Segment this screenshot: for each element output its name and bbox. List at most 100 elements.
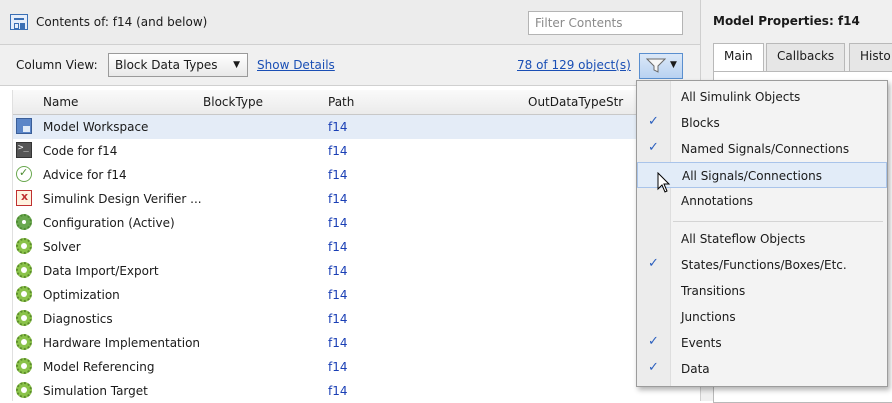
checkmark-icon: ✓	[648, 256, 659, 271]
row-path: f14	[328, 192, 348, 206]
menu-item-label: Blocks	[681, 116, 720, 130]
row-name: Advice for f14	[43, 168, 127, 182]
funnel-icon	[646, 58, 666, 73]
column-header-blocktype[interactable]: BlockType	[203, 95, 263, 109]
menu-item-label: All Signals/Connections	[682, 169, 822, 183]
row-path: f14	[328, 384, 348, 398]
table-row[interactable]: Model Referencing f14	[13, 355, 681, 379]
column-view-value: Block Data Types	[115, 58, 218, 72]
object-count-link[interactable]: 78 of 129 object(s)	[517, 58, 631, 72]
row-path: f14	[328, 216, 348, 230]
column-header-name[interactable]: Name	[43, 95, 78, 109]
menu-item-all-simulink-objects[interactable]: All Simulink Objects	[637, 84, 887, 110]
column-view-toolbar: Column View: Block Data Types ▼ Show Det…	[0, 45, 700, 86]
menu-item-events[interactable]: ✓ Events	[637, 330, 887, 356]
contents-table: Name BlockType Path OutDataTypeStr Model…	[12, 90, 681, 401]
row-name: Data Import/Export	[43, 264, 159, 278]
checkmark-icon: ✓	[648, 360, 659, 375]
menu-item-transitions[interactable]: Transitions	[637, 278, 887, 304]
row-path: f14	[328, 264, 348, 278]
menu-item-blocks[interactable]: ✓ Blocks	[637, 110, 887, 136]
menu-item-all-stateflow-objects[interactable]: All Stateflow Objects	[637, 226, 887, 252]
menu-item-label: Data	[681, 362, 710, 376]
row-name: Simulink Design Verifier ...	[43, 192, 202, 206]
tab-main[interactable]: Main	[713, 43, 764, 72]
advisor-icon	[16, 166, 32, 182]
menu-item-label: Transitions	[681, 284, 746, 298]
table-row[interactable]: Code for f14 f14	[13, 139, 681, 163]
table-row[interactable]: Solver f14	[13, 235, 681, 259]
menu-item-label: All Stateflow Objects	[681, 232, 806, 246]
row-path: f14	[328, 168, 348, 182]
table-header: Name BlockType Path OutDataTypeStr	[13, 90, 681, 115]
row-path: f14	[328, 144, 348, 158]
menu-separator	[673, 221, 883, 222]
row-name: Diagnostics	[43, 312, 113, 326]
menu-item-label: Events	[681, 336, 722, 350]
column-header-path[interactable]: Path	[328, 95, 354, 109]
properties-tabs: Main Callbacks Histo	[713, 43, 892, 72]
design-verifier-icon	[16, 190, 32, 206]
checkmark-icon: ✓	[648, 334, 659, 349]
hierarchy-icon	[10, 14, 28, 30]
menu-item-label: Named Signals/Connections	[681, 142, 850, 156]
gear-icon	[16, 382, 32, 398]
filter-contents-input[interactable]: Filter Contents	[528, 11, 683, 35]
menu-item-named-signals[interactable]: ✓ Named Signals/Connections	[637, 136, 887, 162]
code-icon	[16, 142, 32, 158]
menu-item-all-signals[interactable]: All Signals/Connections	[637, 162, 887, 188]
tab-label: Callbacks	[777, 49, 835, 63]
menu-item-annotations[interactable]: Annotations	[637, 188, 887, 214]
column-view-label: Column View:	[16, 58, 98, 72]
row-name: Model Referencing	[43, 360, 155, 374]
row-path: f14	[328, 336, 348, 350]
table-row[interactable]: Model Workspace f14	[13, 115, 681, 139]
row-filter-menu: All Simulink Objects ✓ Blocks ✓ Named Si…	[636, 80, 888, 387]
row-name: Code for f14	[43, 144, 118, 158]
configuration-icon	[16, 214, 32, 230]
table-row[interactable]: Data Import/Export f14	[13, 259, 681, 283]
menu-item-junctions[interactable]: Junctions	[637, 304, 887, 330]
gear-icon	[16, 310, 32, 326]
checkmark-icon: ✓	[648, 114, 659, 129]
row-path: f14	[328, 240, 348, 254]
properties-title: Model Properties: f14	[713, 14, 860, 28]
menu-item-data[interactable]: ✓ Data	[637, 356, 887, 382]
row-name: Configuration (Active)	[43, 216, 175, 230]
column-header-outdatatypestr[interactable]: OutDataTypeStr	[528, 95, 623, 109]
mouse-pointer-icon	[657, 172, 671, 193]
row-path: f14	[328, 360, 348, 374]
menu-item-label: States/Functions/Boxes/Etc.	[681, 258, 847, 272]
menu-item-states-functions[interactable]: ✓ States/Functions/Boxes/Etc.	[637, 252, 887, 278]
row-name: Optimization	[43, 288, 120, 302]
table-row[interactable]: Hardware Implementation f14	[13, 331, 681, 355]
table-row[interactable]: Simulation Target f14	[13, 379, 681, 403]
table-row[interactable]: Advice for f14 f14	[13, 163, 681, 187]
row-path: f14	[328, 120, 348, 134]
checkmark-icon: ✓	[648, 140, 659, 155]
table-row[interactable]: Optimization f14	[13, 283, 681, 307]
row-name: Hardware Implementation	[43, 336, 201, 350]
model-explorer-contents-pane: Contents of: f14 (and below) Filter Cont…	[0, 0, 700, 401]
menu-item-label: Junctions	[681, 310, 736, 324]
show-details-link[interactable]: Show Details	[257, 58, 335, 72]
contents-label: Contents of: f14 (and below)	[36, 15, 208, 29]
row-name: Simulation Target	[43, 384, 148, 398]
table-row[interactable]: Configuration (Active) f14	[13, 211, 681, 235]
tab-label: Histo	[860, 49, 891, 63]
chevron-down-icon: ▼	[233, 60, 240, 70]
table-row[interactable]: Diagnostics f14	[13, 307, 681, 331]
row-path: f14	[328, 288, 348, 302]
model-workspace-icon	[16, 118, 32, 134]
tab-label: Main	[724, 49, 753, 63]
chevron-down-icon: ▼	[670, 60, 677, 70]
row-path: f14	[328, 312, 348, 326]
row-filter-button[interactable]: ▼	[639, 53, 683, 79]
tab-callbacks[interactable]: Callbacks	[766, 43, 846, 71]
menu-item-label: Annotations	[681, 194, 754, 208]
row-name: Model Workspace	[43, 120, 149, 134]
tab-history[interactable]: Histo	[849, 43, 892, 71]
column-view-select[interactable]: Block Data Types ▼	[108, 53, 248, 77]
table-row[interactable]: Simulink Design Verifier ... f14	[13, 187, 681, 211]
gear-icon	[16, 262, 32, 278]
